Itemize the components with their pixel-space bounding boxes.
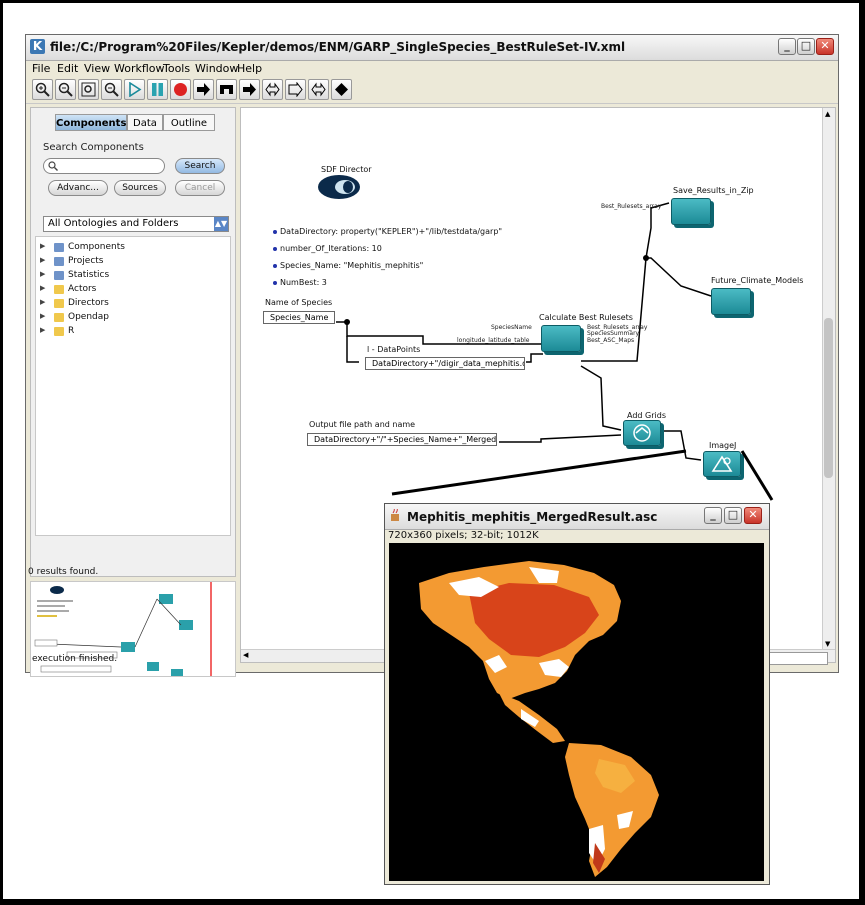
image-window-title: Mephitis_mephitis_MergedResult.asc [407,510,658,524]
image-maximize-button[interactable]: □ [724,507,742,524]
image-title-bar[interactable]: Mephitis_mephitis_MergedResult.asc _ □ ✕ [385,504,769,530]
image-info: 720x360 pixels; 32-bit; 1012K [388,530,539,541]
species-distribution-map[interactable] [389,543,764,881]
image-minimize-button[interactable]: _ [704,507,722,524]
image-close-button[interactable]: ✕ [744,507,762,524]
americas-map [419,561,659,877]
image-window: Mephitis_mephitis_MergedResult.asc _ □ ✕… [384,503,770,885]
java-cup-icon [391,509,399,521]
